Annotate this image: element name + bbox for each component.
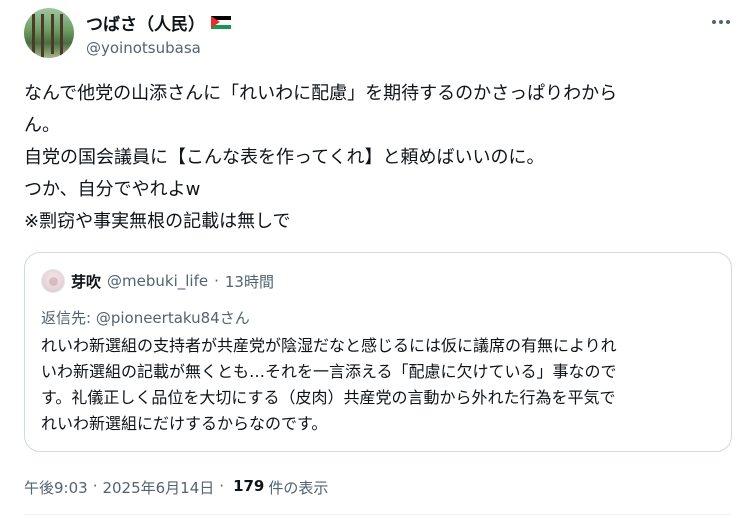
tweet-line: ん。: [24, 115, 60, 136]
views-label: 件の表示: [268, 479, 329, 497]
author-display-name[interactable]: つばさ（人民）: [86, 10, 231, 35]
quoted-line: れいわ新選組にだけするからなのです。: [41, 414, 328, 433]
tweet-line: つか、自分でやれよw: [24, 179, 201, 200]
more-horizontal-icon[interactable]: [709, 10, 733, 34]
tweet-date[interactable]: 2025年6月14日: [102, 477, 214, 498]
quoted-avatar[interactable]: [41, 269, 65, 293]
quoted-reply-to: 返信先: @pioneertaku84さん: [41, 307, 250, 328]
author-avatar[interactable]: [24, 8, 74, 58]
reply-mention[interactable]: @pioneertaku84さん: [96, 309, 250, 327]
quoted-header: 芽吹 @mebuki_life · 13時間: [41, 269, 274, 293]
quoted-display-name[interactable]: 芽吹: [71, 271, 101, 292]
tweet-line: 自党の国会議員に【こんな表を作ってくれ】と頼めばいいのに。: [24, 147, 545, 168]
tweet-line: なんで他党の山添さんに「れいわに配慮」を期待するのかさっぱりわから: [24, 83, 618, 104]
divider: [24, 514, 731, 515]
tweet-text: なんで他党の山添さんに「れいわに配慮」を期待するのかさっぱりわから ん。 自党の…: [24, 78, 734, 238]
tweet-line: ※剽窃や事実無根の記載は無しで: [24, 211, 291, 232]
quoted-handle[interactable]: @mebuki_life: [107, 272, 208, 290]
author-info: つばさ（人民） @yoinotsubasa: [86, 10, 231, 57]
author-handle[interactable]: @yoinotsubasa: [86, 39, 231, 57]
quoted-text: れいわ新選組の支持者が共産党が陰湿だなと感じるには仮に議席の有無によりれ いわ新…: [41, 333, 721, 437]
quoted-tweet[interactable]: 芽吹 @mebuki_life · 13時間 返信先: @pioneertaku…: [24, 252, 732, 452]
tweet-time[interactable]: 午後9:03: [24, 477, 88, 498]
views-count[interactable]: 179: [233, 477, 264, 498]
author-name-text[interactable]: つばさ（人民）: [86, 10, 205, 35]
quoted-dot: ·: [214, 272, 219, 290]
tweet-header: つばさ（人民） @yoinotsubasa: [24, 6, 739, 62]
quoted-time[interactable]: 13時間: [225, 271, 274, 292]
reply-prefix: 返信先:: [41, 309, 96, 327]
palestine-flag-icon: [211, 16, 231, 29]
quoted-line: れいわ新選組の支持者が共産党が陰湿だなと感じるには仮に議席の有無によりれ: [41, 336, 617, 355]
footer-sep: ·: [92, 477, 98, 495]
footer-sep-2: ·: [219, 477, 225, 495]
tweet-footer: 午後9:03 · 2025年6月14日 · 179 件の表示: [24, 477, 328, 498]
quoted-line: す。礼儀正しく品位を大切にする（皮肉）共産党の言動から外れた行為を平気で: [41, 388, 616, 407]
quoted-line: いわ新選組の記載が無くとも…それを一言添える「配慮に欠けている」事なので: [41, 362, 617, 381]
